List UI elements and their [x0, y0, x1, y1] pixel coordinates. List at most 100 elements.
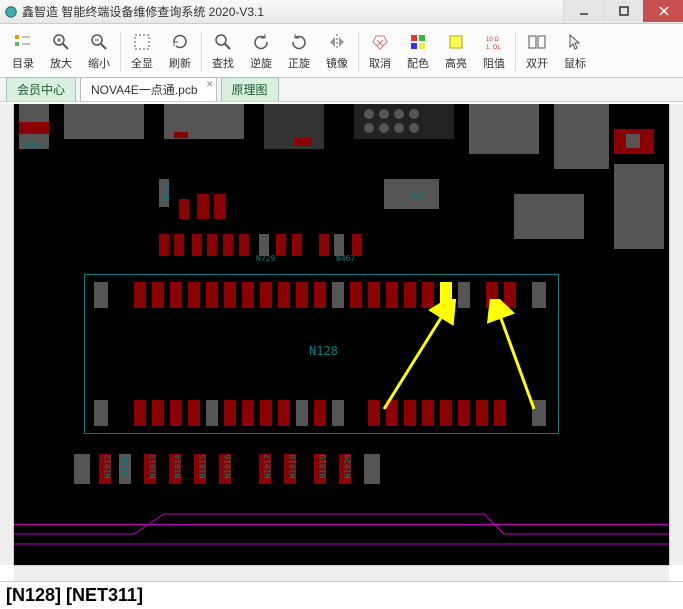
pad — [19, 122, 49, 134]
mirror-button[interactable]: 镜像 — [318, 27, 356, 75]
ref-label: N1020 — [344, 454, 353, 478]
pad — [514, 194, 584, 239]
pin — [260, 282, 272, 308]
scrollbar-horizontal[interactable] — [14, 565, 669, 581]
rotcw-button[interactable]: 正旋 — [280, 27, 318, 75]
tab-schematic[interactable]: 原理图 — [221, 77, 279, 101]
pin — [260, 400, 272, 426]
pin — [188, 282, 200, 308]
pin — [296, 282, 308, 308]
tab-label: 原理图 — [232, 83, 268, 97]
scrollbar-vertical[interactable] — [669, 104, 683, 565]
ref-label: N1016 — [224, 454, 233, 478]
pin — [278, 282, 290, 308]
resist-button[interactable]: 10 Ω1. OL阻值 — [475, 27, 513, 75]
pad — [197, 194, 209, 219]
mirror-label: 镜像 — [326, 55, 348, 71]
highlight-button[interactable]: 高亮 — [437, 27, 475, 75]
pcb-canvas[interactable]: N463 N433 Z33 N729 — [14, 104, 669, 565]
pad — [626, 134, 640, 148]
tab-close-icon[interactable]: ✕ — [206, 79, 214, 90]
mouse-label: 鼠标 — [564, 55, 586, 71]
ref-label: N433 — [162, 183, 171, 202]
pad — [294, 138, 312, 146]
pad — [192, 234, 202, 256]
ref-label: N1013 — [149, 454, 158, 478]
color-label: 配色 — [407, 55, 429, 71]
refresh-icon — [169, 31, 191, 53]
pad — [223, 234, 233, 256]
pin — [94, 400, 108, 426]
fit-label: 全显 — [131, 55, 153, 71]
dual-button[interactable]: 双开 — [518, 27, 556, 75]
pad — [352, 234, 362, 256]
pin — [278, 400, 290, 426]
separator — [358, 31, 359, 71]
rotate-cw-icon — [288, 31, 310, 53]
pad — [364, 454, 380, 484]
zoomout-label: 缩小 — [88, 55, 110, 71]
refresh-button[interactable]: 刷新 — [161, 27, 199, 75]
fit-button[interactable]: 全显 — [123, 27, 161, 75]
cancel-icon — [369, 31, 391, 53]
close-button[interactable] — [643, 0, 683, 22]
zoomin-label: 放大 — [50, 55, 72, 71]
rotccw-button[interactable]: 逆旋 — [242, 27, 280, 75]
pin — [224, 282, 236, 308]
highlight-icon — [445, 31, 467, 53]
ref-label: N463 — [24, 140, 43, 149]
rotcw-label: 正旋 — [288, 55, 310, 71]
rotccw-label: 逆旋 — [250, 55, 272, 71]
zoomin-icon — [50, 31, 72, 53]
pad — [554, 104, 609, 169]
statusbar: [N128] [NET311] — [0, 581, 683, 609]
pin — [206, 282, 218, 308]
pin — [206, 400, 218, 426]
catalog-icon — [12, 31, 34, 53]
zoomout-button[interactable]: 缩小 — [80, 27, 118, 75]
dual-icon — [526, 31, 548, 53]
pin — [314, 400, 326, 426]
pin — [134, 282, 146, 308]
pin — [170, 282, 182, 308]
app-icon — [4, 5, 18, 19]
pad — [276, 234, 286, 256]
tab-pcb[interactable]: NOVA4E一点通.pcb✕ — [80, 77, 216, 101]
pad — [334, 234, 344, 256]
mouse-button[interactable]: 鼠标 — [556, 27, 594, 75]
bga-balls — [359, 106, 449, 136]
zoomout-icon — [88, 31, 110, 53]
ref-label: N1015 — [199, 454, 208, 478]
color-icon — [407, 31, 429, 53]
catalog-button[interactable]: 目录 — [4, 27, 42, 75]
find-label: 查找 — [212, 55, 234, 71]
pad — [179, 199, 189, 219]
color-button[interactable]: 配色 — [399, 27, 437, 75]
minimize-button[interactable] — [563, 0, 603, 22]
highlight-label: 高亮 — [445, 55, 467, 71]
toolbar: 目录 放大 缩小 全显 刷新 查找 逆旋 正旋 镜像 取消 配色 高亮 10 Ω… — [0, 24, 683, 78]
pcb-outline — [14, 524, 669, 525]
canvas-area: N463 N433 Z33 N729 — [0, 102, 683, 581]
pin — [188, 400, 200, 426]
zoomin-button[interactable]: 放大 — [42, 27, 80, 75]
ref-label: N729 — [256, 254, 275, 263]
refresh-label: 刷新 — [169, 55, 191, 71]
resist-label: 阻值 — [483, 55, 505, 71]
titlebar: 鑫智造 智能终端设备维修查询系统 2020-V3.1 — [0, 0, 683, 24]
rotate-ccw-icon — [250, 31, 272, 53]
cancel-button[interactable]: 取消 — [361, 27, 399, 75]
scrollbar-left[interactable] — [0, 104, 14, 565]
pin — [152, 400, 164, 426]
status-text: [N128] [NET311] — [6, 585, 143, 606]
maximize-icon — [619, 6, 629, 16]
dual-label: 双开 — [526, 55, 548, 71]
tab-member[interactable]: 会员中心 — [6, 77, 76, 101]
maximize-button[interactable] — [603, 0, 643, 22]
pad — [319, 234, 329, 256]
tab-label: 会员中心 — [17, 83, 65, 97]
separator — [120, 31, 121, 71]
pad — [64, 104, 144, 139]
pin — [134, 400, 146, 426]
find-button[interactable]: 查找 — [204, 27, 242, 75]
